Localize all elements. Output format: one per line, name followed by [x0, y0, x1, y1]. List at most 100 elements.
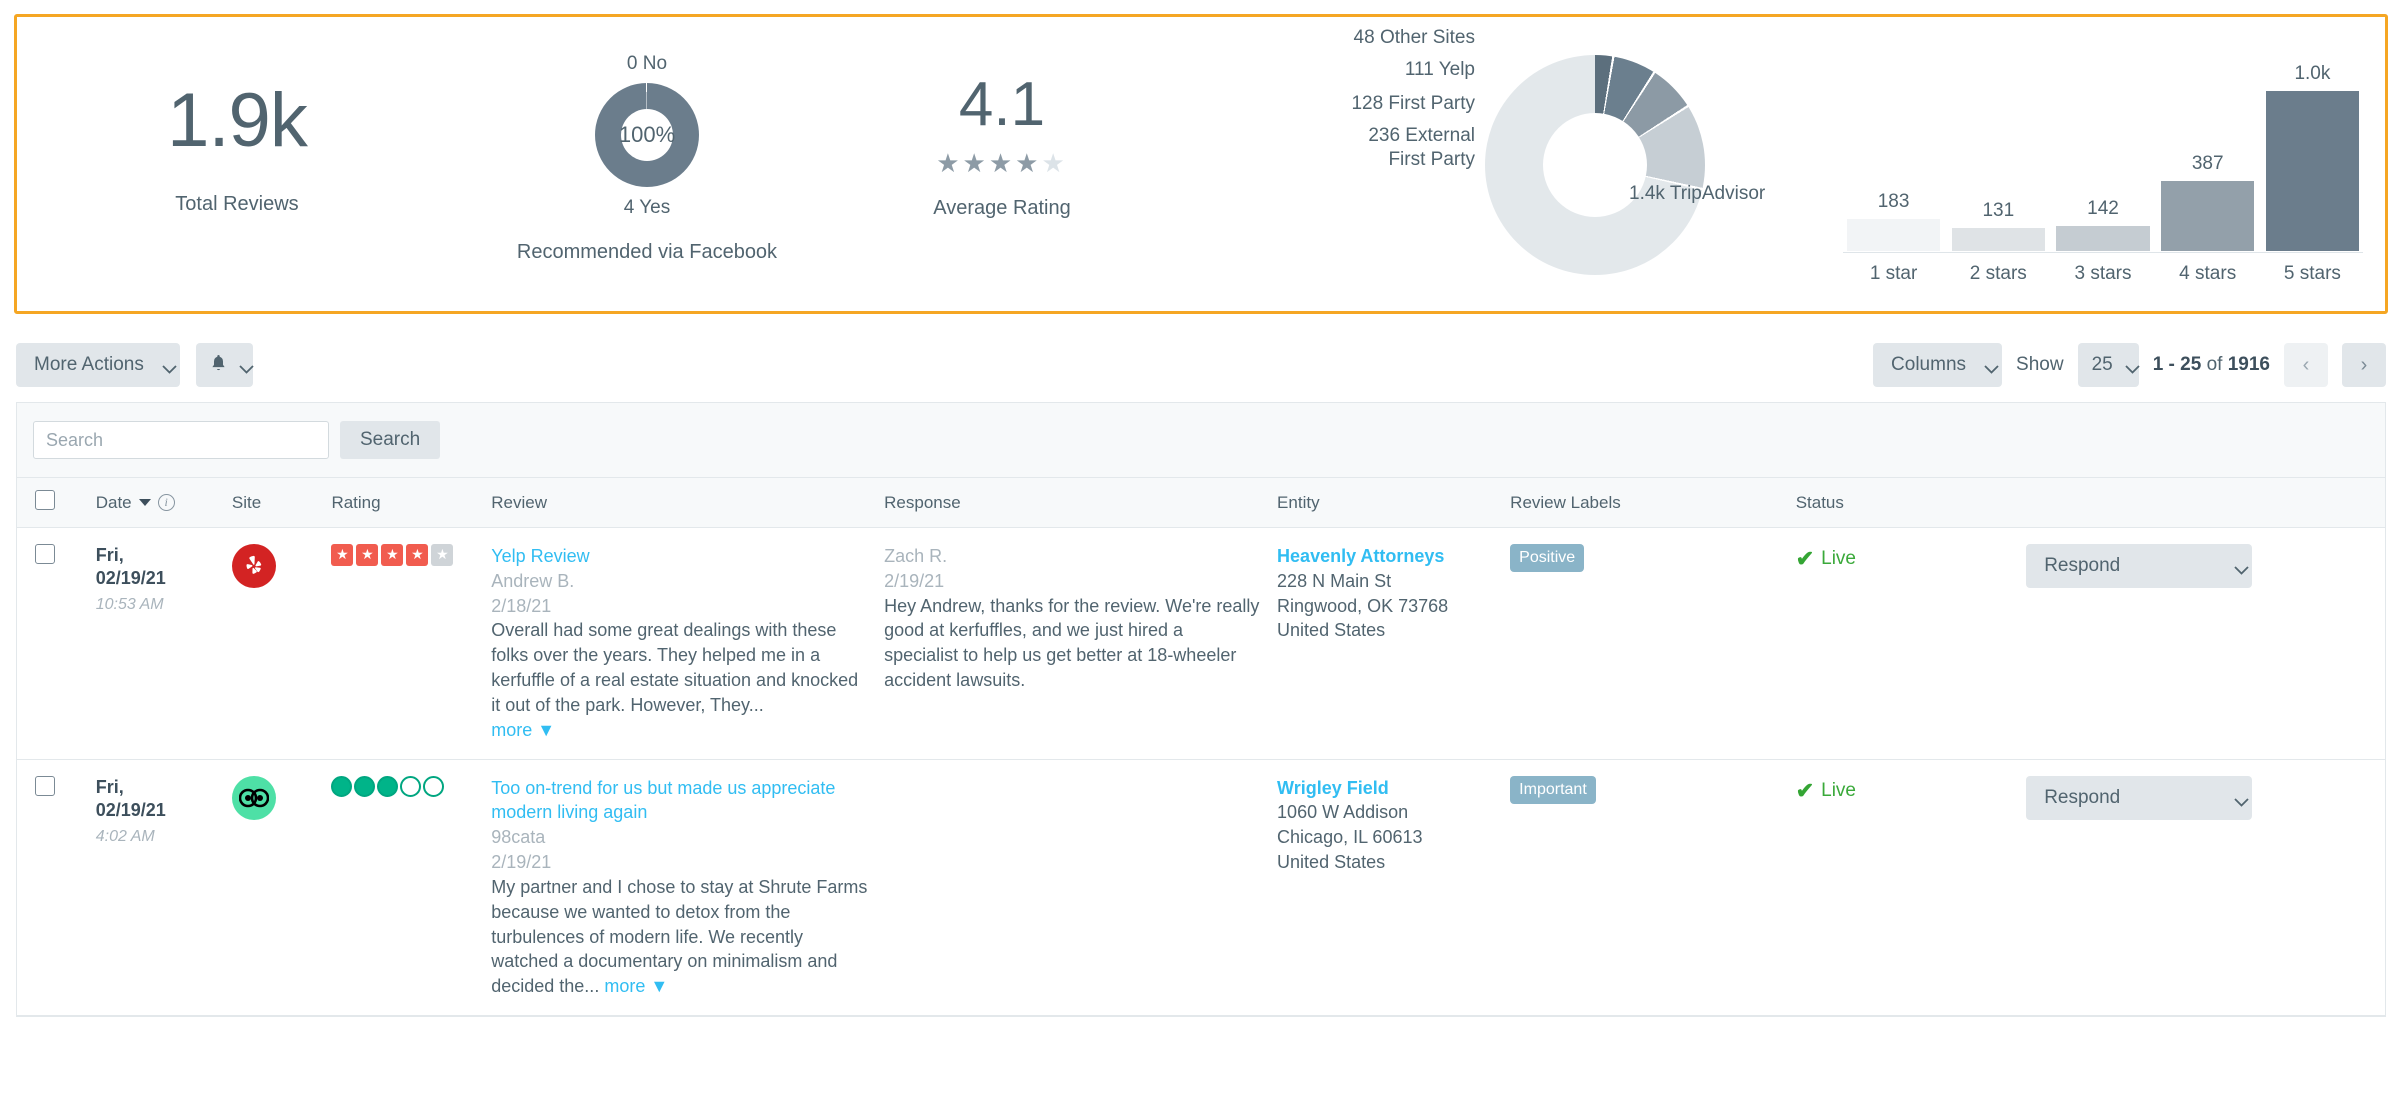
column-header-actions: [2018, 478, 2385, 528]
recommended-donut-chart: 100%: [595, 83, 699, 187]
row-date-day: Fri,: [95, 545, 124, 565]
bar-column: 387: [2161, 63, 2255, 251]
page-size-select[interactable]: 25: [2077, 343, 2140, 387]
star-icon: ★: [1015, 148, 1042, 178]
bar-rect-4stars: [2161, 181, 2255, 251]
columns-button[interactable]: Columns: [1873, 343, 2003, 387]
row-checkbox[interactable]: [35, 544, 55, 564]
sites-label-other: 48 Other Sites: [1353, 27, 1475, 48]
column-header-review[interactable]: Review: [483, 478, 877, 528]
row-entity-cell: Heavenly Attorneys 228 N Main St Ringwoo…: [1269, 527, 1503, 760]
review-more-link[interactable]: more ▼: [604, 976, 668, 996]
recommended-yes-label: 4 Yes: [623, 197, 671, 218]
bar-value-2stars: 131: [1982, 199, 2015, 221]
table-row[interactable]: Fri, 02/19/21 4:02 AM Too on-trend for u…: [17, 759, 2385, 1017]
row-rating-cell: [323, 759, 484, 1017]
table-toolbar: More Actions Columns Show 25 1 - 25 of 1…: [16, 336, 2386, 394]
sites-label-tripadvisor: 1.4k TripAdvisor: [1629, 183, 1766, 204]
search-input[interactable]: [33, 421, 329, 459]
row-review-cell: Yelp Review Andrew B. 2/18/21 Overall ha…: [483, 527, 877, 760]
column-header-response[interactable]: Response: [876, 478, 1270, 528]
recommended-caption: Recommended via Facebook: [516, 241, 778, 263]
review-more-label: more: [491, 719, 533, 740]
review-more-link[interactable]: more ▼: [491, 718, 868, 743]
status-badge: ✔ Live: [1796, 776, 1856, 806]
circle-empty-icon: [400, 775, 422, 797]
entity-name-link[interactable]: Wrigley Field: [1277, 776, 1494, 801]
row-date-day: Fri,: [95, 776, 124, 797]
review-author: Andrew B.: [491, 570, 575, 591]
review-title-link[interactable]: Too on-trend for us but made us apprecia…: [491, 776, 868, 826]
row-labels-cell: Important: [1502, 759, 1788, 1017]
row-response-cell: [876, 759, 1270, 1017]
row-status-cell: ✔ Live: [1787, 527, 2019, 760]
column-header-site[interactable]: Site: [223, 478, 324, 528]
row-checkbox[interactable]: [35, 775, 55, 796]
review-body: Overall had some great dealings with the…: [491, 620, 859, 715]
row-status-cell: ✔ Live: [1787, 759, 2019, 1017]
circle-empty-icon: [423, 775, 445, 797]
average-rating-stars: ★★★★★: [936, 148, 1068, 179]
column-header-entity[interactable]: Entity: [1269, 478, 1503, 528]
row-date-value: 02/19/21: [95, 799, 166, 820]
review-label-chip[interactable]: Positive: [1510, 544, 1585, 573]
bar-label-2stars: 2 stars: [1969, 263, 2027, 284]
bar-column: 183: [1847, 63, 1941, 251]
info-icon[interactable]: i: [157, 494, 175, 511]
star-distribution-bar-chart: 183 131 142 387 1.0k 1 star 2 stars 3 st…: [1817, 17, 2385, 311]
average-rating-label: Average Rating: [933, 197, 1071, 219]
sites-label-yelp: 111 Yelp: [1404, 59, 1475, 80]
star-icon: ★: [936, 148, 963, 178]
review-author: 98cata: [491, 827, 546, 848]
review-label-chip[interactable]: Important: [1510, 775, 1596, 804]
column-header-review-labels[interactable]: Review Labels: [1502, 478, 1788, 528]
row-labels-cell: Positive: [1502, 527, 1788, 760]
columns-label: Columns: [1891, 354, 1967, 375]
sites-label-external-first-party-line2: First Party: [1388, 149, 1475, 170]
search-button[interactable]: Search: [340, 421, 441, 459]
star-icon: ★: [381, 544, 404, 566]
notifications-button[interactable]: [195, 343, 254, 387]
column-header-date[interactable]: Date i: [87, 478, 224, 528]
respond-button[interactable]: Respond: [2026, 544, 2253, 588]
bar-chart-plot-area: 183 131 142 387 1.0k: [1847, 63, 2359, 251]
next-page-button[interactable]: ›: [2342, 343, 2386, 387]
entity-name-link[interactable]: Heavenly Attorneys: [1277, 544, 1494, 569]
recommended-percent: 100%: [618, 122, 676, 147]
response-author: Zach R.: [884, 546, 948, 566]
table-row[interactable]: Fri, 02/19/21 10:53 AM ★ ★ ★ ★ ★ Yelp Re…: [17, 527, 2385, 760]
circle-filled-icon: [377, 775, 399, 797]
previous-page-button[interactable]: ‹: [2284, 343, 2328, 387]
bar-label-5stars: 5 stars: [2283, 263, 2341, 284]
status-label: Live: [1821, 548, 1856, 570]
respond-label: Respond: [2044, 786, 2121, 808]
total-reviews-stat: 1.9k Total Reviews: [17, 17, 457, 311]
more-actions-button[interactable]: More Actions: [16, 343, 180, 387]
stats-summary-panel: 1.9k Total Reviews 0 No 100% 4 Yes Recom…: [14, 14, 2388, 314]
column-header-status[interactable]: Status: [1787, 478, 2019, 528]
entity-country: United States: [1277, 620, 1386, 641]
row-action-cell: Respond: [2018, 527, 2385, 760]
sites-label-first-party: 128 First Party: [1351, 93, 1475, 114]
entity-address-line1: 228 N Main St: [1277, 570, 1392, 591]
rating-circles: [331, 775, 475, 797]
check-icon: ✔: [1795, 546, 1815, 571]
row-date-value: 02/19/21: [95, 568, 166, 589]
select-all-checkbox[interactable]: [35, 490, 55, 510]
rating-stars: ★ ★ ★ ★ ★: [331, 544, 475, 566]
respond-button[interactable]: Respond: [2026, 775, 2253, 820]
entity-country: United States: [1277, 852, 1386, 873]
review-date: 2/19/21: [491, 852, 552, 873]
review-title-link[interactable]: Yelp Review: [491, 544, 868, 569]
sort-descending-icon[interactable]: [138, 499, 151, 506]
table-header-row: Date i Site Rating Review Response Entit…: [17, 478, 2385, 528]
more-actions-label: More Actions: [34, 354, 144, 375]
star-icon: ★: [988, 148, 1016, 178]
column-header-rating[interactable]: Rating: [323, 478, 484, 528]
total-reviews-label: Total Reviews: [175, 192, 299, 215]
star-icon: ★: [356, 544, 379, 566]
star-icon: ★: [962, 148, 989, 178]
bell-icon: [210, 354, 227, 377]
bar-value-5stars: 1.0k: [2294, 63, 2331, 84]
row-entity-cell: Wrigley Field 1060 W Addison Chicago, IL…: [1269, 759, 1503, 1017]
